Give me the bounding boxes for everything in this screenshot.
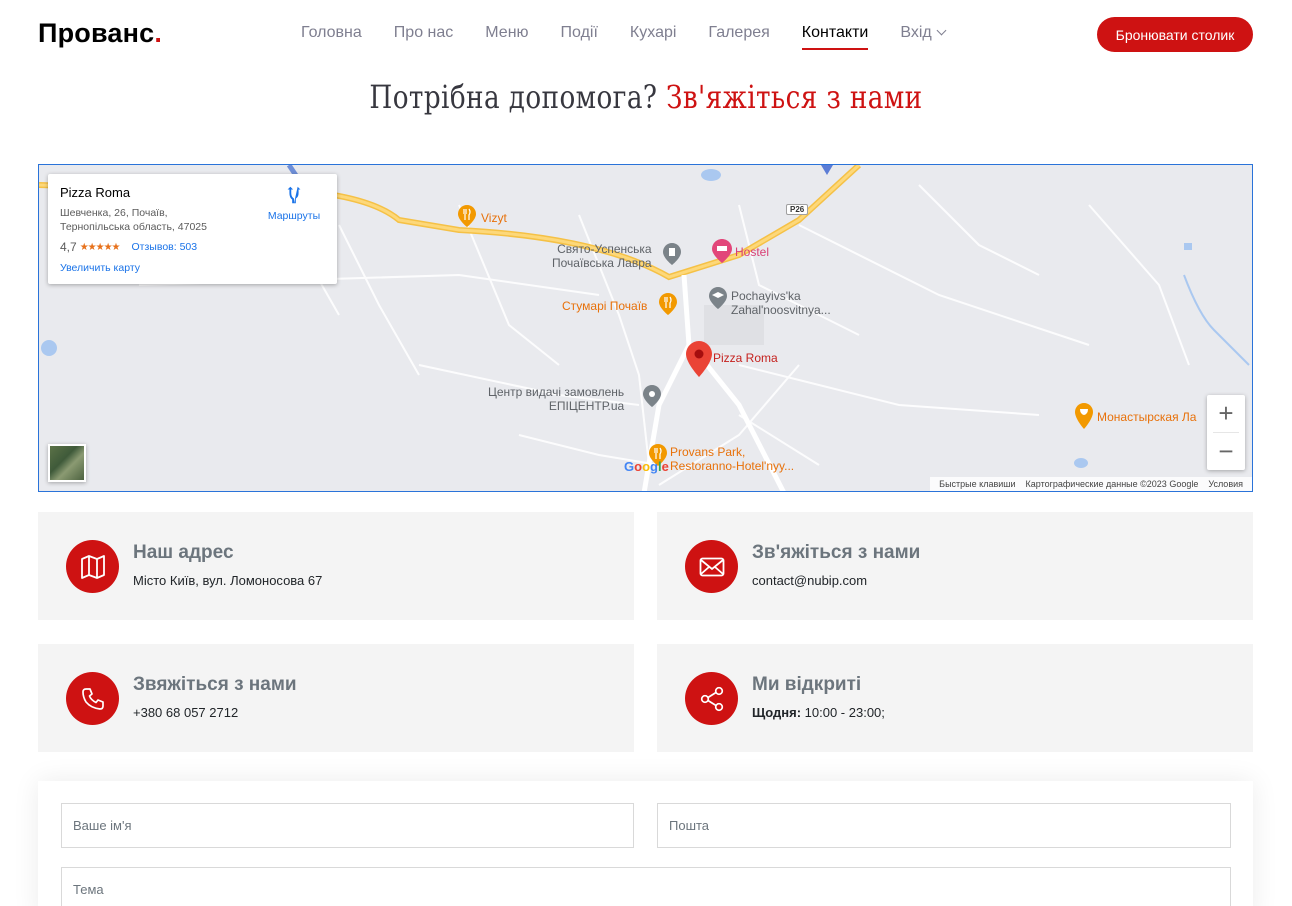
directions-label: Маршруты (267, 210, 321, 222)
terms-link[interactable]: Условия (1208, 479, 1243, 489)
nav-item-home[interactable]: Головна (301, 24, 362, 50)
keyboard-shortcuts-link[interactable]: Быстрые клавиши (939, 479, 1015, 489)
info-box-phone: Звяжіться з нами +380 68 057 2712 (38, 644, 634, 752)
restaurant-pin-icon[interactable] (458, 205, 476, 227)
nav-item-chefs[interactable]: Кухарі (630, 24, 677, 50)
chevron-down-icon (936, 25, 947, 36)
poi-label-vizyt[interactable]: Vizyt (481, 211, 507, 225)
map-attribution: Быстрые клавиши Картографические данные … (930, 477, 1252, 491)
hours-value: 10:00 - 23:00; (801, 705, 885, 720)
info-box-email: Зв'яжіться з нами contact@nubip.com (657, 512, 1253, 620)
nav-item-login[interactable]: Вхід (900, 24, 947, 50)
hotel-pin-icon[interactable] (712, 239, 732, 263)
cafe-pin-icon[interactable] (1075, 403, 1093, 429)
info-email[interactable]: contact@nubip.com (752, 573, 867, 588)
title-accent: Зв'яжіться з нами (666, 78, 923, 116)
info-phone[interactable]: +380 68 057 2712 (133, 705, 238, 720)
address-line-2: Тернопільська область, 47025 (60, 221, 207, 233)
place-address: Шевченка, 26, Почаїв, Тернопільська обла… (60, 206, 230, 234)
pin-partial-icon (821, 165, 833, 175)
book-table-button[interactable]: Бронювати столик (1097, 17, 1253, 52)
satellite-toggle[interactable] (48, 444, 86, 482)
reviews-link[interactable]: Отзывов: 503 (132, 241, 198, 253)
info-text: Місто Київ, вул. Ломоносова 67 (133, 573, 323, 588)
school-pin-icon[interactable] (709, 287, 727, 309)
church-pin-icon[interactable] (663, 243, 681, 265)
directions-icon (287, 186, 301, 204)
map-icon (66, 540, 119, 593)
info-box-address: Наш адрес Місто Київ, вул. Ломоносова 67 (38, 512, 634, 620)
nav-item-gallery[interactable]: Галерея (708, 24, 769, 50)
page-title: Потрібна допомога? Зв'яжіться з нами (116, 78, 1175, 116)
location-pin-icon[interactable] (686, 341, 712, 377)
site-logo[interactable]: Прованс. (38, 18, 162, 49)
rating-value: 4,7 (60, 240, 77, 254)
zoom-controls: + − (1207, 395, 1245, 470)
name-input[interactable] (61, 803, 634, 848)
poi-label-hostel[interactable]: Hostel (735, 245, 769, 259)
nav-item-events[interactable]: Події (561, 24, 598, 50)
title-plain: Потрібна допомога? (369, 78, 658, 116)
zoom-out-button[interactable]: − (1207, 433, 1245, 470)
nav-item-menu[interactable]: Меню (485, 24, 528, 50)
email-input[interactable] (657, 803, 1231, 848)
google-logo: Google (624, 459, 669, 474)
info-title: Звяжіться з нами (133, 674, 297, 695)
zoom-in-button[interactable]: + (1207, 395, 1245, 432)
poi-label-lavra[interactable]: Свято-Успенська Почаївська Лавра (552, 242, 652, 270)
poi-label-pizza-roma[interactable]: Pizza Roma (713, 351, 778, 365)
nav-item-contacts[interactable]: Контакти (801, 24, 868, 50)
rating-stars: ★★★★★ (79, 241, 121, 253)
envelope-icon (685, 540, 738, 593)
map-data-text: Картографические данные ©2023 Google (1025, 479, 1199, 489)
subject-input[interactable] (61, 867, 1231, 906)
hours-label: Щодня: (752, 705, 802, 720)
info-title: Ми відкриті (752, 674, 862, 695)
poi-label-monastery[interactable]: Монастырская Ла (1097, 410, 1196, 424)
poi-label-provans-park[interactable]: Provans Park, Restoranno-Hotel'nyy... (670, 445, 794, 473)
place-card: Pizza Roma Шевченка, 26, Почаїв, Тернопі… (48, 174, 337, 284)
poi-label-epicentr[interactable]: Центр видачі замовлень ЕПІЦЕНТР.ua (488, 385, 624, 413)
site-header: Прованс. Головна Про нас Меню Події Куха… (0, 0, 1292, 68)
phone-icon (66, 672, 119, 725)
road-badge: P26 (786, 204, 809, 215)
nav-item-about[interactable]: Про нас (394, 24, 453, 50)
info-title: Зв'яжіться з нами (752, 542, 921, 563)
restaurant-pin-icon[interactable] (659, 293, 677, 315)
rating-row: 4,7 ★★★★★ Отзывов: 503 (60, 240, 325, 254)
poi-label-school[interactable]: Pochayivs'ka Zahal'noosvitnya... (731, 289, 831, 317)
contact-form (38, 781, 1253, 906)
poi-label-stumari[interactable]: Стумарі Почаїв (562, 299, 647, 313)
main-nav: Головна Про нас Меню Події Кухарі Галере… (301, 24, 977, 50)
info-title: Наш адрес (133, 542, 234, 563)
nav-login-label: Вхід (900, 24, 932, 41)
directions-button[interactable]: Маршруты (262, 184, 326, 222)
store-pin-icon[interactable] (643, 385, 661, 407)
address-line-1: Шевченка, 26, Почаїв, (60, 207, 168, 219)
google-map[interactable]: Pizza Roma Шевченка, 26, Почаїв, Тернопі… (38, 164, 1253, 492)
share-icon (685, 672, 738, 725)
enlarge-map-link[interactable]: Увеличить карту (60, 262, 140, 274)
info-hours: Щодня: 10:00 - 23:00; (752, 705, 885, 720)
info-box-hours: Ми відкриті Щодня: 10:00 - 23:00; (657, 644, 1253, 752)
